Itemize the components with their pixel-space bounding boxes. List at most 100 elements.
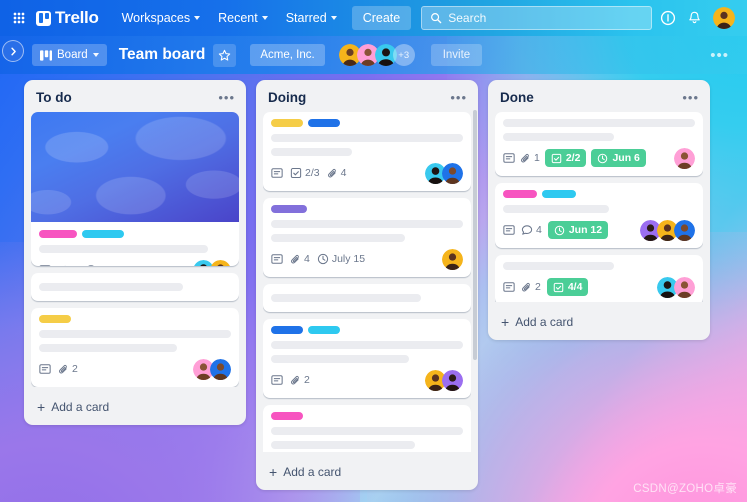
search-input[interactable]: Search xyxy=(421,6,652,30)
card-label[interactable] xyxy=(271,412,303,420)
search-placeholder: Search xyxy=(448,11,487,25)
list-scrollbar[interactable] xyxy=(473,110,477,360)
member-avatar[interactable] xyxy=(210,358,231,380)
checklist-badge-complete: 2/2 xyxy=(544,149,587,167)
card-label[interactable] xyxy=(308,326,340,334)
member-avatar[interactable] xyxy=(210,259,231,266)
list-menu-button[interactable]: ••• xyxy=(682,90,699,105)
checklist-badge-complete: 4/4 xyxy=(546,278,589,296)
card-label[interactable] xyxy=(82,230,124,238)
add-card-button-doing[interactable]: + Add a card xyxy=(263,457,471,487)
nav-workspaces[interactable]: Workspaces xyxy=(113,6,210,30)
organization-chip[interactable]: Acme, Inc. xyxy=(250,44,325,66)
member-avatar[interactable] xyxy=(674,219,695,241)
board-view-label: Board xyxy=(57,49,88,61)
card[interactable]: 2 4/4 xyxy=(495,255,703,302)
star-board-button[interactable] xyxy=(213,43,237,67)
member-avatar[interactable] xyxy=(674,276,695,298)
invite-button[interactable]: Invite xyxy=(430,44,483,66)
trello-logo[interactable]: Trello xyxy=(36,8,99,28)
card-label[interactable] xyxy=(271,205,307,213)
card-cover-image xyxy=(31,112,239,222)
card-labels xyxy=(503,190,695,198)
board-view-switcher[interactable]: Board xyxy=(32,44,107,66)
checklist-icon xyxy=(551,153,562,163)
card-title-placeholder xyxy=(271,220,463,228)
card-members xyxy=(640,219,695,241)
member-avatar[interactable] xyxy=(442,369,463,391)
card-badges: 2/3 4 xyxy=(271,162,463,184)
card-badges: 4 Jun 12 xyxy=(503,219,695,241)
attachment-badge: 2 xyxy=(521,281,541,293)
sidebar-expand-toggle[interactable] xyxy=(2,40,24,62)
list-done: Done ••• 1 2/2 Jun 6 4 Jun 12 2 4/4 + Ad… xyxy=(488,80,710,340)
checklist-count: 2/2 xyxy=(565,152,581,164)
description-icon xyxy=(503,224,515,236)
add-card-button-todo[interactable]: + Add a card xyxy=(31,392,239,422)
chevron-down-icon xyxy=(261,16,268,20)
due-date-badge: July 15 xyxy=(317,253,365,265)
attachment-icon xyxy=(291,375,299,384)
card-title-placeholder xyxy=(503,119,695,127)
list-cards: 1 2/2 Jun 6 4 Jun 12 2 4/4 xyxy=(495,112,703,302)
card[interactable]: 2 xyxy=(31,308,239,387)
member-avatar[interactable] xyxy=(442,162,463,184)
notification-bell-icon[interactable] xyxy=(687,10,702,26)
card[interactable]: 2/3 4 xyxy=(263,112,471,191)
list-menu-button[interactable]: ••• xyxy=(450,90,467,105)
apps-grid-icon[interactable] xyxy=(8,0,30,36)
card-title-placeholder xyxy=(271,294,421,302)
card[interactable]: 4 July 15 xyxy=(263,198,471,277)
checklist-badge: 2/3 xyxy=(290,167,320,179)
card[interactable]: 5 3 xyxy=(31,112,239,266)
avatar[interactable] xyxy=(713,7,735,29)
nav-recent[interactable]: Recent xyxy=(209,6,277,30)
attachment-count: 2 xyxy=(535,281,541,293)
member-avatar[interactable] xyxy=(442,248,463,270)
add-card-button-done[interactable]: + Add a card xyxy=(495,307,703,337)
card-label[interactable] xyxy=(271,119,303,127)
info-icon[interactable] xyxy=(660,10,676,26)
card-title-placeholder xyxy=(503,262,615,270)
card-badges: 4 July 15 xyxy=(271,248,463,270)
card-label[interactable] xyxy=(271,326,303,334)
card[interactable] xyxy=(31,273,239,301)
create-button[interactable]: Create xyxy=(351,6,412,30)
member-avatar[interactable] xyxy=(674,147,695,169)
card-title-placeholder xyxy=(39,330,231,338)
attachment-badge: 2 xyxy=(290,374,310,386)
attachment-count: 4 xyxy=(304,253,310,265)
card[interactable]: 2 xyxy=(263,319,471,398)
card[interactable]: 1 2/2 Jun 6 xyxy=(495,112,703,176)
description-icon xyxy=(271,167,283,179)
card-label[interactable] xyxy=(503,190,537,198)
checklist-count: 4/4 xyxy=(567,281,583,293)
card-members xyxy=(193,259,231,266)
card[interactable] xyxy=(263,284,471,312)
card-label[interactable] xyxy=(39,315,71,323)
card[interactable]: 4 4 xyxy=(263,405,471,452)
board-overflow-menu-button[interactable]: ••• xyxy=(702,45,737,66)
watermark-text: CSDN@ZOHO卓豪 xyxy=(633,483,737,495)
clock-icon xyxy=(554,225,565,235)
board-view-icon xyxy=(40,49,52,61)
add-card-label: Add a card xyxy=(283,465,342,479)
list-menu-button[interactable]: ••• xyxy=(218,90,235,105)
card-label[interactable] xyxy=(39,230,77,238)
member-overflow-count[interactable]: +3 xyxy=(392,44,415,66)
attachment-icon xyxy=(59,364,67,373)
card-labels xyxy=(271,326,463,334)
card[interactable]: 4 Jun 12 xyxy=(495,183,703,248)
card-title-placeholder xyxy=(271,441,415,449)
card-labels xyxy=(39,230,231,238)
star-icon xyxy=(219,49,231,61)
card-badges: 2 xyxy=(39,358,231,380)
description-icon xyxy=(39,363,51,375)
due-date-text: Jun 12 xyxy=(568,224,603,236)
card-title-placeholder xyxy=(271,148,352,156)
nav-starred[interactable]: Starred xyxy=(277,6,346,30)
card-label[interactable] xyxy=(542,190,576,198)
card-label[interactable] xyxy=(308,119,340,127)
top-nav-right-actions xyxy=(660,7,739,29)
chevron-right-icon xyxy=(10,47,16,55)
